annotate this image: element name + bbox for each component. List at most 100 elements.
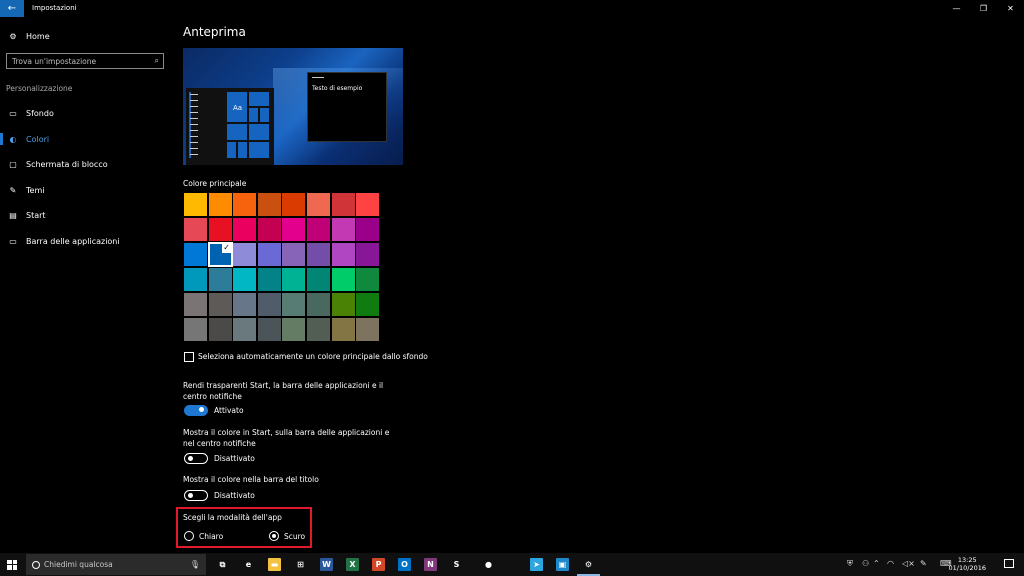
color-swatch[interactable]	[356, 218, 380, 241]
color-swatch[interactable]	[184, 268, 207, 291]
skype-icon[interactable]: S	[450, 558, 463, 571]
color-swatch[interactable]	[208, 193, 232, 216]
preview-window-bar	[312, 77, 324, 78]
search-input[interactable]: Trova un'impostazione ⌕	[6, 53, 164, 69]
people-icon[interactable]: ⚇	[862, 559, 869, 568]
sidebar-item-temi[interactable]: ✎ Temi	[0, 179, 170, 201]
color-swatch[interactable]	[282, 193, 306, 216]
color-swatch[interactable]	[184, 318, 207, 341]
color-swatch[interactable]	[307, 318, 330, 341]
preview-tile	[249, 92, 269, 106]
color-swatch[interactable]	[356, 268, 380, 291]
microphone-icon[interactable]: 🎙	[190, 560, 200, 569]
color-swatch[interactable]	[356, 293, 380, 316]
color-swatch[interactable]	[331, 193, 355, 216]
color-swatch[interactable]	[307, 268, 330, 291]
powerpoint-icon[interactable]: P	[372, 558, 385, 571]
color-swatch[interactable]	[282, 243, 306, 266]
sidebar-item-barra-delle-applicazioni[interactable]: ▭ Barra delle applicazioni	[0, 230, 170, 252]
auto-accent-checkbox[interactable]	[184, 352, 194, 362]
task-view-icon[interactable]: ⧉	[216, 558, 229, 571]
preview-tile-text: Aa	[233, 104, 243, 112]
system-clock[interactable]: 13:25 01/10/2016	[949, 556, 986, 572]
color-swatch[interactable]	[257, 193, 281, 216]
back-button[interactable]: ←	[0, 0, 24, 17]
cortana-search-box[interactable]: Chiedimi qualcosa 🎙	[26, 554, 206, 575]
color-swatch[interactable]	[356, 193, 380, 216]
color-swatch[interactable]	[356, 318, 380, 341]
color-swatch[interactable]	[208, 218, 232, 241]
image-app-icon[interactable]: ▣	[556, 558, 569, 571]
color-swatch[interactable]	[307, 218, 330, 241]
color-swatch[interactable]: ✓	[207, 242, 233, 267]
color-swatch[interactable]	[257, 268, 281, 291]
color-swatch[interactable]	[233, 218, 257, 241]
color-swatch[interactable]	[233, 318, 257, 341]
color-swatch[interactable]	[257, 293, 281, 316]
sidebar-item-label: Home	[26, 31, 50, 41]
toggle-knob	[188, 493, 193, 498]
color-swatch[interactable]	[307, 193, 330, 216]
color-swatch[interactable]	[233, 243, 257, 266]
sidebar-item-home[interactable]: ⚙ Home	[0, 25, 170, 47]
store-icon[interactable]: ⊞	[294, 558, 307, 571]
color-swatch[interactable]	[184, 243, 207, 266]
theme-preview: Aa Testo di esempio	[183, 48, 403, 165]
preview-tile-large: Aa	[227, 92, 247, 122]
color-swatch[interactable]	[356, 243, 380, 266]
sidebar-item-label: Barra delle applicazioni	[26, 236, 120, 246]
color-swatch[interactable]	[331, 243, 355, 266]
action-center-icon[interactable]	[1004, 559, 1014, 568]
pen-icon[interactable]: ✎	[920, 559, 927, 568]
edge-icon[interactable]: e	[242, 558, 255, 571]
close-button[interactable]: ✕	[997, 0, 1024, 17]
color-title-toggle[interactable]	[184, 490, 208, 501]
color-swatch[interactable]	[282, 293, 306, 316]
settings-icon[interactable]: ⚙	[577, 558, 600, 576]
color-swatch[interactable]	[233, 193, 257, 216]
start-icon: ▤	[9, 210, 17, 220]
outlook-icon[interactable]: O	[398, 558, 411, 571]
volume-icon[interactable]: ◁×	[902, 559, 915, 568]
color-start-toggle[interactable]	[184, 453, 208, 464]
search-icon[interactable]: ⌕	[155, 56, 159, 66]
color-swatch[interactable]	[208, 318, 232, 341]
excel-icon[interactable]: X	[346, 558, 359, 571]
word-icon[interactable]: W	[320, 558, 333, 571]
color-swatch[interactable]	[184, 193, 207, 216]
wifi-icon[interactable]: ◠	[887, 559, 894, 568]
sidebar-item-schermata-di-blocco[interactable]: ▢ Schermata di blocco	[0, 153, 170, 175]
color-swatch[interactable]	[184, 293, 207, 316]
color-swatch[interactable]	[331, 318, 355, 341]
sidebar-item-start[interactable]: ▤ Start	[0, 204, 170, 226]
start-button[interactable]	[0, 553, 24, 576]
color-swatch[interactable]	[282, 268, 306, 291]
minimize-button[interactable]: —	[943, 0, 970, 17]
onenote-icon[interactable]: N	[424, 558, 437, 571]
app-icon[interactable]: ●	[482, 558, 495, 571]
shield-icon[interactable]: ⛨	[847, 559, 853, 569]
telegram-icon[interactable]: ➤	[530, 558, 543, 571]
color-swatch[interactable]	[282, 218, 306, 241]
color-swatch[interactable]	[307, 293, 330, 316]
color-swatch[interactable]	[307, 243, 330, 266]
restore-button[interactable]: ❐	[970, 0, 997, 17]
file-explorer-icon[interactable]: ▬	[268, 558, 281, 571]
color-swatch[interactable]	[331, 293, 355, 316]
preview-tile	[238, 142, 247, 158]
color-swatch[interactable]	[282, 318, 306, 341]
chevron-up-icon[interactable]: ⌃	[873, 559, 880, 568]
color-swatch[interactable]	[184, 218, 207, 241]
color-swatch[interactable]	[331, 268, 355, 291]
sidebar-item-sfondo[interactable]: ▭ Sfondo	[0, 102, 170, 124]
color-swatch[interactable]	[233, 268, 257, 291]
color-swatch[interactable]	[257, 243, 281, 266]
color-swatch[interactable]	[208, 293, 232, 316]
color-swatch[interactable]	[208, 268, 232, 291]
color-swatch[interactable]	[331, 218, 355, 241]
transparency-toggle[interactable]	[184, 405, 208, 416]
color-swatch[interactable]	[233, 293, 257, 316]
sidebar-item-colori[interactable]: ◐ Colori	[0, 128, 170, 150]
color-swatch[interactable]	[257, 218, 281, 241]
color-swatch[interactable]	[257, 318, 281, 341]
